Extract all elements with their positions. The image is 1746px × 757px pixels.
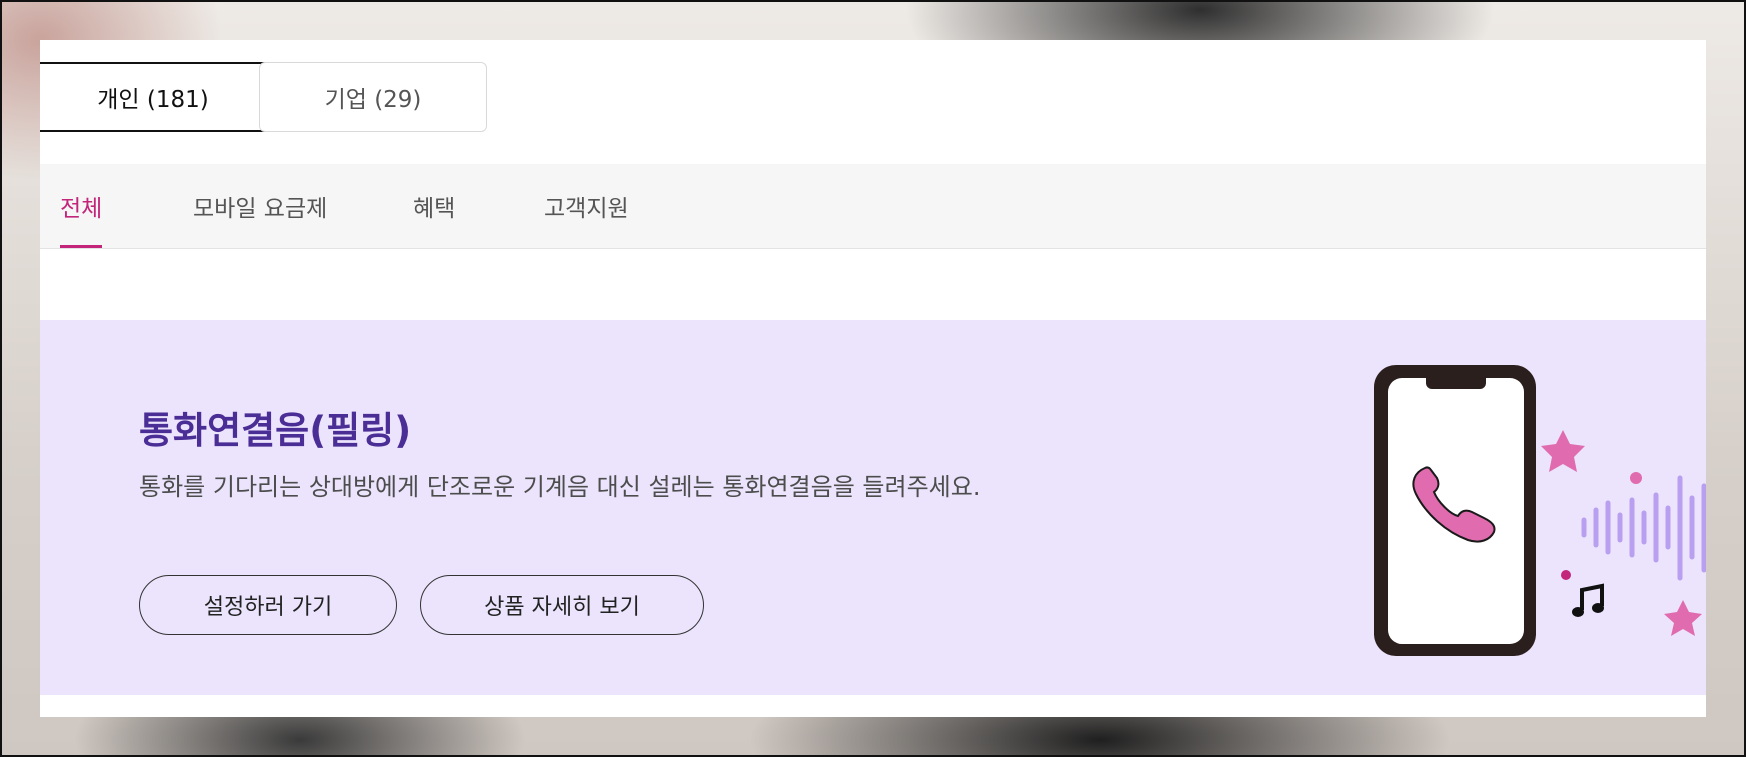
decorative-dot xyxy=(1561,570,1571,580)
decorative-dot xyxy=(1630,472,1642,484)
phone-screen xyxy=(1388,378,1524,644)
segment-business[interactable]: 기업 (29) xyxy=(259,62,487,132)
phone-notch xyxy=(1426,372,1486,389)
tab-mobile-plan[interactable]: 모바일 요금제 xyxy=(193,164,327,248)
ringback-banner: 통화연결음(필링) 통화를 기다리는 상대방에게 단조로운 기계음 대신 설레는… xyxy=(40,320,1706,695)
banner-title: 통화연결음(필링) xyxy=(139,409,412,452)
sound-wave-icon xyxy=(1581,475,1706,581)
banner-description: 통화를 기다리는 상대방에게 단조로운 기계음 대신 설레는 통화연결음을 들려… xyxy=(139,473,981,501)
category-tabs: 전체 모바일 요금제 혜택 고객지원 xyxy=(40,164,1706,249)
tab-all[interactable]: 전체 xyxy=(60,164,103,248)
tab-customer-support[interactable]: 고객지원 xyxy=(544,164,629,248)
product-details-button[interactable]: 상품 자세히 보기 xyxy=(420,575,704,635)
music-note-icon xyxy=(1572,583,1604,617)
tab-benefits[interactable]: 혜택 xyxy=(413,164,455,248)
star-icon xyxy=(1541,430,1585,472)
phone-illustration xyxy=(1374,365,1706,656)
segment-personal[interactable]: 개인 (181) xyxy=(40,62,286,132)
star-icon xyxy=(1664,600,1702,636)
setup-button[interactable]: 설정하러 가기 xyxy=(139,575,397,635)
main-panel: 개인 (181) 기업 (29) 전체 모바일 요금제 혜택 고객지원 통화연결… xyxy=(40,40,1706,717)
